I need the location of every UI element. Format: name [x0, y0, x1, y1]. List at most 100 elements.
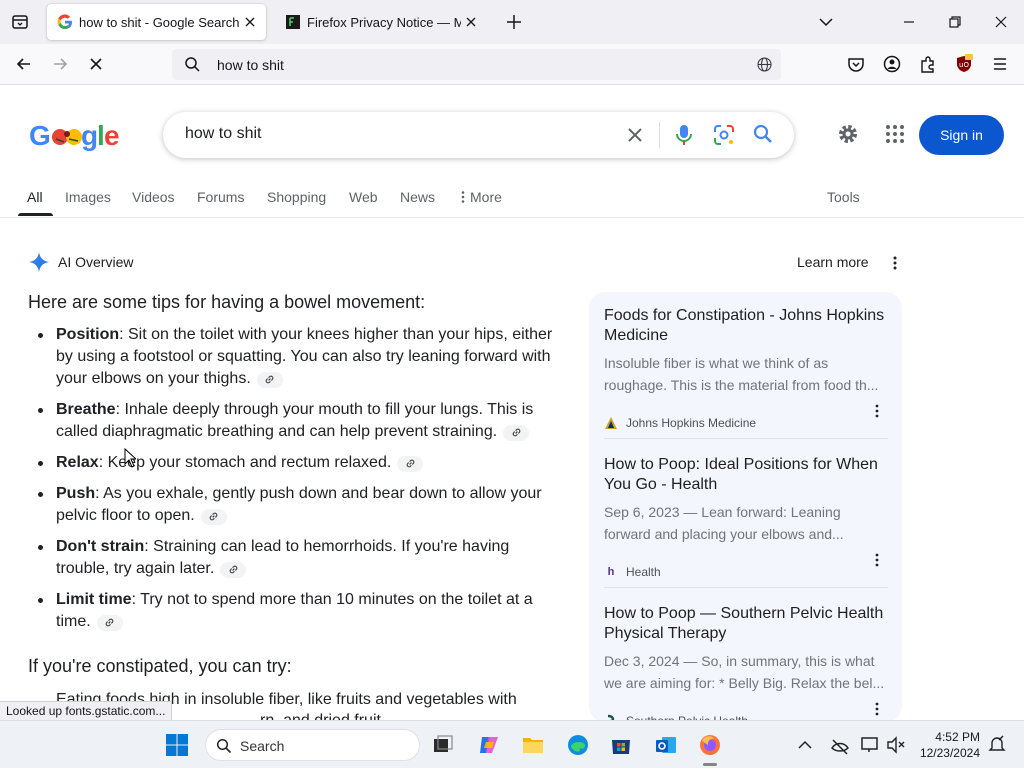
- tab-google-search[interactable]: how to shit - Google Search: [47, 4, 266, 40]
- microphone-icon[interactable]: [673, 123, 695, 147]
- list-item: Breathe: Inhale deeply through your mout…: [28, 399, 558, 443]
- clear-search-icon[interactable]: [624, 124, 646, 146]
- link-icon: [512, 428, 521, 437]
- outlook-icon[interactable]: [654, 733, 678, 757]
- tip-text: : As you exhale, gently push down and be…: [56, 485, 542, 524]
- tip-term: Push: [56, 485, 96, 502]
- search-query-text[interactable]: how to shit: [185, 125, 261, 143]
- ai-overview-header: AI Overview: [28, 250, 133, 274]
- google-apps-grid-icon[interactable]: [883, 122, 907, 146]
- system-clock[interactable]: 4:52 PM 12/23/2024: [918, 729, 980, 761]
- tab-firefox-privacy[interactable]: Firefox Privacy Notice — Mozilla: [275, 4, 487, 40]
- source-card[interactable]: How to Poop: Ideal Positions for When Yo…: [604, 455, 888, 585]
- tab-all[interactable]: All: [27, 189, 43, 205]
- microsoft-store-icon[interactable]: [609, 733, 633, 757]
- source-card[interactable]: Foods for Constipation - Johns Hopkins M…: [604, 306, 888, 436]
- tab-news[interactable]: News: [400, 189, 435, 205]
- notification-bell-icon[interactable]: [988, 733, 1006, 757]
- taskbar-search-box[interactable]: Search: [205, 729, 420, 761]
- stop-loading-icon[interactable]: [86, 54, 106, 74]
- account-icon[interactable]: [882, 54, 902, 74]
- tab-images[interactable]: Images: [65, 189, 111, 205]
- edge-browser-icon[interactable]: [566, 733, 590, 757]
- source-title[interactable]: How to Poop — Southern Pelvic Health Phy…: [604, 604, 888, 644]
- active-tab-indicator: [18, 213, 53, 216]
- tab-more[interactable]: More: [460, 189, 502, 205]
- settings-gear-icon[interactable]: [836, 122, 860, 146]
- link-icon: [209, 512, 218, 521]
- source-snippet: Insoluble fiber is what we think of as r…: [604, 355, 879, 393]
- tab-list-icon[interactable]: [10, 12, 30, 32]
- more-options-icon[interactable]: [869, 701, 885, 717]
- tab-videos[interactable]: Videos: [132, 189, 175, 205]
- google-logo-icon: G g l e: [29, 120, 120, 151]
- more-options-icon[interactable]: [887, 255, 903, 271]
- source-link-chip[interactable]: [397, 455, 424, 472]
- google-doodle-logo[interactable]: G g l e: [29, 118, 121, 152]
- tab-web[interactable]: Web: [349, 189, 378, 205]
- new-tab-plus-icon[interactable]: [504, 12, 524, 32]
- address-text[interactable]: how to shit: [217, 57, 284, 73]
- health-logo-icon: h: [607, 566, 615, 578]
- file-explorer-icon[interactable]: [521, 733, 545, 757]
- link-icon: [265, 375, 274, 384]
- close-tab-icon[interactable]: [242, 14, 258, 30]
- forward-arrow-icon[interactable]: [50, 54, 70, 74]
- tools-button[interactable]: Tools: [827, 189, 860, 205]
- source-link-chip[interactable]: [256, 371, 283, 388]
- google-lens-icon[interactable]: [712, 123, 736, 147]
- source-card[interactable]: How to Poop — Southern Pelvic Health Phy…: [604, 604, 888, 722]
- source-link-chip[interactable]: [200, 508, 227, 525]
- google-search-box[interactable]: how to shit: [163, 112, 794, 158]
- menu-hamburger-icon[interactable]: [990, 54, 1010, 74]
- source-link-chip[interactable]: [96, 614, 123, 631]
- google-favicon-icon: [57, 14, 72, 30]
- source-link-chip[interactable]: [220, 561, 247, 578]
- source-link-chip[interactable]: [503, 424, 530, 441]
- mozilla-favicon-icon: [286, 15, 300, 29]
- link-icon: [229, 565, 238, 574]
- search-icon: [185, 57, 200, 72]
- network-offline-icon[interactable]: [828, 733, 852, 757]
- divider: [604, 587, 888, 588]
- close-window-icon[interactable]: [990, 11, 1012, 33]
- firefox-icon[interactable]: [698, 733, 722, 757]
- source-title[interactable]: How to Poop: Ideal Positions for When Yo…: [604, 455, 888, 495]
- svg-text:uO: uO: [959, 61, 969, 69]
- more-options-icon[interactable]: [869, 552, 885, 568]
- search-submit-icon[interactable]: [752, 123, 774, 145]
- mouse-cursor-icon: [124, 448, 136, 468]
- search-divider: [659, 122, 660, 148]
- address-bar[interactable]: how to shit: [172, 49, 781, 80]
- restore-icon[interactable]: [944, 11, 966, 33]
- chevron-down-icon[interactable]: [816, 12, 836, 32]
- pocket-icon[interactable]: [846, 54, 866, 74]
- close-tab-icon[interactable]: [463, 14, 479, 30]
- windows-start-icon[interactable]: [165, 733, 189, 757]
- extensions-icon[interactable]: [918, 54, 938, 74]
- sign-in-button[interactable]: Sign in: [919, 115, 1004, 155]
- back-arrow-icon[interactable]: [14, 54, 34, 74]
- source-title[interactable]: Foods for Constipation - Johns Hopkins M…: [604, 306, 888, 346]
- learn-more-link[interactable]: Learn more: [797, 254, 869, 270]
- tab-more-label: More: [470, 189, 502, 205]
- svg-text:e: e: [104, 120, 119, 151]
- tip-term: Don't strain: [56, 538, 145, 555]
- translate-globe-icon[interactable]: [756, 56, 773, 73]
- tab-shopping[interactable]: Shopping: [267, 189, 326, 205]
- ublock-origin-icon[interactable]: uO: [954, 54, 974, 74]
- tips-list: Position: Sit on the toilet with your kn…: [28, 324, 558, 642]
- list-item: Push: As you exhale, gently push down an…: [28, 483, 558, 527]
- source-site[interactable]: h Health: [604, 565, 661, 579]
- tab-forums[interactable]: Forums: [197, 189, 244, 205]
- list-item: Don't strain: Straining can lead to hemo…: [28, 536, 558, 580]
- more-options-icon[interactable]: [869, 403, 885, 419]
- minimize-icon[interactable]: [898, 11, 920, 33]
- copilot-icon[interactable]: [477, 733, 501, 757]
- speaker-muted-icon[interactable]: [884, 733, 908, 757]
- source-site[interactable]: Johns Hopkins Medicine: [604, 416, 756, 430]
- task-view-icon[interactable]: [431, 733, 455, 757]
- chevron-up-icon[interactable]: [796, 733, 814, 757]
- more-vertical-icon: [461, 191, 465, 203]
- display-icon[interactable]: [859, 733, 883, 757]
